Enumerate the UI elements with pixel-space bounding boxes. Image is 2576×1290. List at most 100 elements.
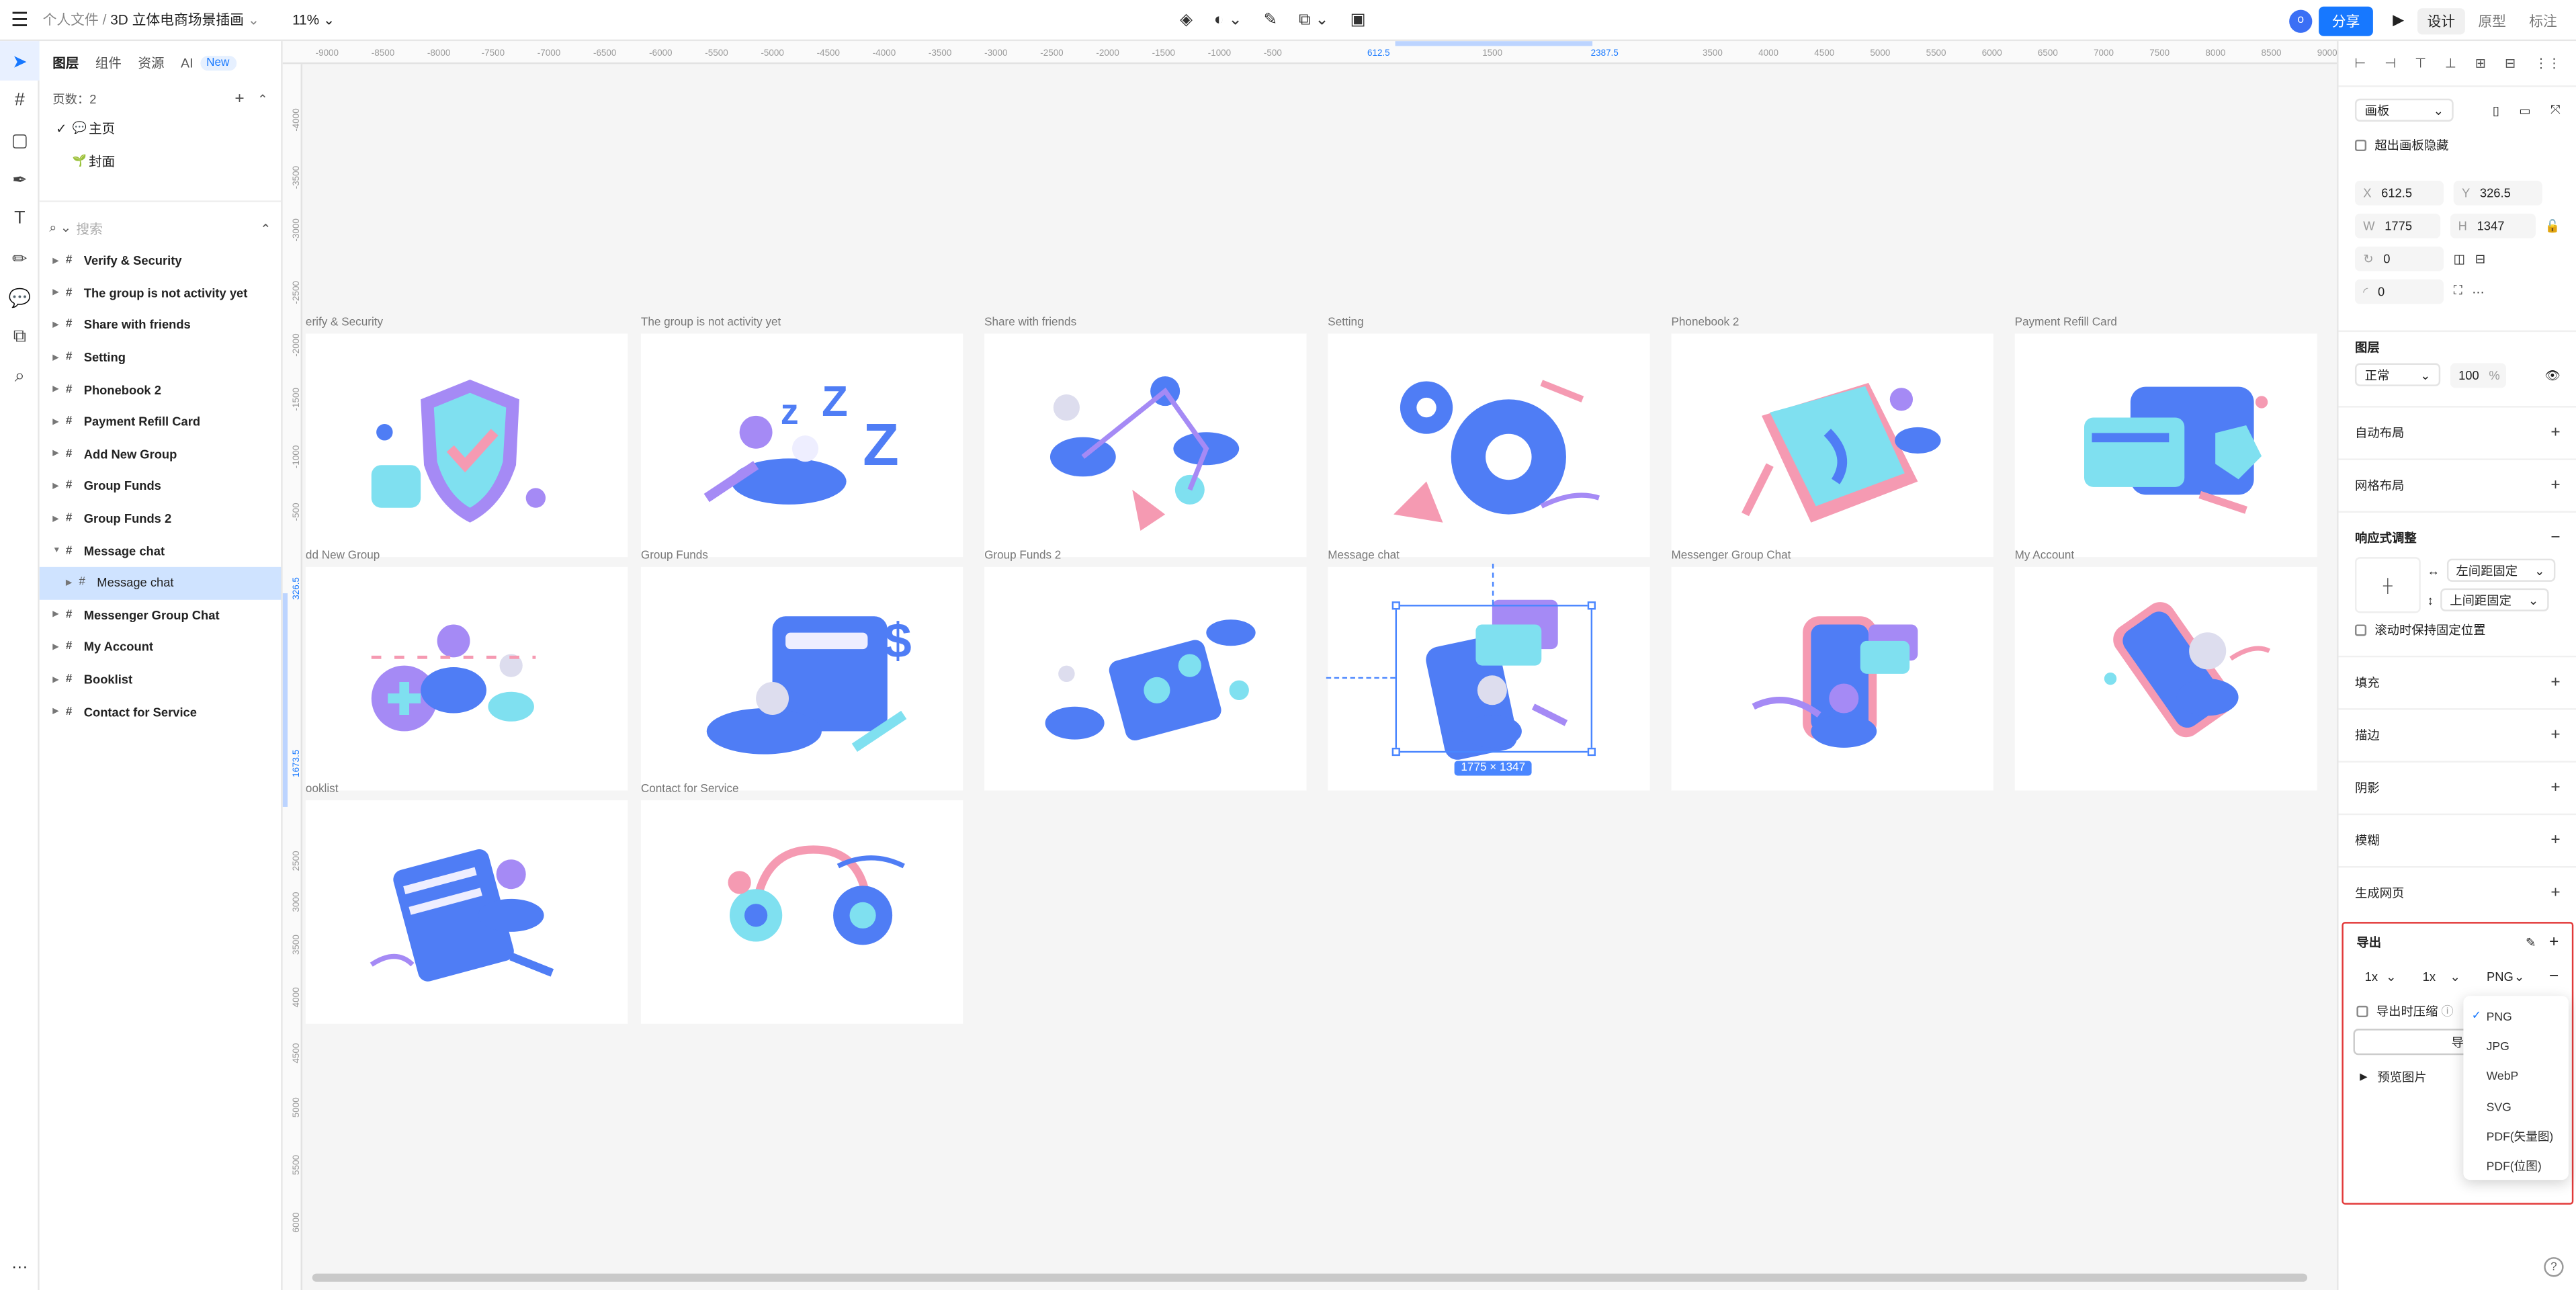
- blend-mode-select[interactable]: 正常 ⌄: [2354, 363, 2441, 386]
- breadcrumb-parent[interactable]: 个人文件: [43, 11, 99, 28]
- add-icon[interactable]: +: [2549, 933, 2559, 951]
- frame-artboard[interactable]: [305, 566, 628, 791]
- fill-section[interactable]: 填充 +: [2338, 655, 2576, 708]
- frame-artboard[interactable]: [640, 800, 963, 1024]
- frame-title[interactable]: Message chat: [1328, 550, 1400, 562]
- grid-layout-section[interactable]: 网格布局 +: [2338, 458, 2576, 511]
- caret-right-icon[interactable]: ▶: [52, 256, 66, 266]
- tab-components[interactable]: 组件: [95, 54, 122, 73]
- page-item-cover[interactable]: 🌱 封面: [40, 144, 282, 177]
- layer-item[interactable]: ▶ # The group is not activity yet: [40, 277, 282, 309]
- add-icon[interactable]: +: [2550, 884, 2560, 902]
- remove-icon[interactable]: −: [2550, 529, 2560, 548]
- corner-expand-icon[interactable]: ⛶: [2454, 283, 2462, 299]
- caret-right-icon[interactable]: ▶: [52, 353, 66, 363]
- landscape-icon[interactable]: ▭: [2519, 103, 2530, 118]
- frame-artboard[interactable]: [305, 333, 628, 558]
- format-option-pdf-bitmap[interactable]: PDF(位图): [2463, 1152, 2569, 1182]
- layer-item[interactable]: ▶ # Group Funds: [40, 470, 282, 503]
- eye-icon[interactable]: 👁: [2544, 368, 2560, 382]
- frame-title[interactable]: Messenger Group Chat: [1671, 550, 1791, 562]
- layer-item[interactable]: ▶ # My Account: [40, 632, 282, 664]
- frame-artboard[interactable]: zZZ: [640, 333, 963, 558]
- add-icon[interactable]: +: [2550, 476, 2560, 494]
- page-item-home[interactable]: ✓ 💬 主页: [40, 112, 282, 144]
- layer-item[interactable]: ▶ # Payment Refill Card: [40, 406, 282, 438]
- format-option-png[interactable]: PNG: [2463, 1001, 2569, 1031]
- stroke-section[interactable]: 描边 +: [2338, 708, 2576, 761]
- frame-title[interactable]: Payment Refill Card: [2015, 317, 2117, 329]
- layer-item[interactable]: ▶ # Phonebook 2: [40, 374, 282, 406]
- add-page-icon[interactable]: +: [234, 89, 244, 108]
- caret-right-icon[interactable]: ▶: [52, 482, 66, 492]
- frame-title[interactable]: My Account: [2015, 550, 2075, 562]
- edit-icon[interactable]: ✎: [1264, 11, 1278, 30]
- h-constraint-select[interactable]: 左间距固定 ⌄: [2446, 558, 2555, 582]
- format-option-jpg[interactable]: JPG: [2463, 1031, 2569, 1062]
- opacity-field[interactable]: 100%: [2450, 362, 2506, 388]
- align-top-icon[interactable]: ⊥: [2445, 56, 2456, 71]
- file-name[interactable]: 3D 立体电商场景插画: [110, 11, 244, 28]
- help-icon[interactable]: ?: [2544, 1257, 2564, 1277]
- layer-search[interactable]: ⌕ ⌄ 搜索 ⌃: [40, 212, 282, 245]
- horizontal-scrollbar[interactable]: [312, 1273, 2308, 1282]
- constraint-widget[interactable]: ┼: [2354, 557, 2421, 613]
- frame-artboard[interactable]: [984, 333, 1307, 558]
- caret-right-icon[interactable]: ▶: [52, 449, 66, 460]
- play-icon[interactable]: ▶: [2393, 11, 2404, 30]
- fixed-scroll-checkbox[interactable]: [2354, 624, 2367, 636]
- layer-item[interactable]: ▶ # Share with friends: [40, 309, 282, 341]
- move-tool-icon[interactable]: ➤: [0, 41, 40, 81]
- frame-artboard[interactable]: [305, 800, 628, 1024]
- distribute-icon[interactable]: ⋮⋮: [2534, 56, 2561, 71]
- share-button[interactable]: 分享: [2319, 5, 2373, 36]
- align-vcenter-icon[interactable]: ⊞: [2475, 56, 2486, 71]
- frame-mode-icon[interactable]: ▣: [1350, 11, 1366, 30]
- blur-section[interactable]: 模糊 +: [2338, 813, 2576, 866]
- tab-assets[interactable]: 资源: [138, 54, 164, 73]
- collapse-all-icon[interactable]: ⌃: [260, 221, 271, 236]
- frame-title[interactable]: Setting: [1328, 317, 1363, 329]
- tab-prototype[interactable]: 原型: [2468, 7, 2516, 34]
- shape-tool-icon[interactable]: ▢: [0, 120, 40, 160]
- hamburger-icon[interactable]: ☰: [0, 0, 40, 40]
- v-constraint-select[interactable]: 上间距固定 ⌄: [2440, 588, 2548, 611]
- frame-artboard[interactable]: [2014, 333, 2317, 558]
- y-field[interactable]: Y 326.5: [2453, 179, 2542, 205]
- caret-right-icon[interactable]: ▶: [66, 578, 79, 588]
- align-hcenter-icon[interactable]: ⊣: [2385, 56, 2396, 71]
- layer-item[interactable]: ▼ # Message chat: [40, 535, 282, 567]
- add-icon[interactable]: +: [2550, 424, 2560, 442]
- lock-ratio-icon[interactable]: 🔓: [2545, 218, 2561, 232]
- caret-right-icon[interactable]: ▶: [52, 288, 66, 298]
- frame-tool-icon[interactable]: #: [0, 81, 40, 120]
- add-icon[interactable]: +: [2550, 674, 2560, 692]
- tab-ai[interactable]: AI: [181, 56, 193, 71]
- fit-icon[interactable]: ⤧: [2550, 102, 2561, 118]
- auto-layout-section[interactable]: 自动布局 +: [2338, 406, 2576, 458]
- height-field[interactable]: H 1347: [2450, 212, 2536, 238]
- frame-artboard[interactable]: $: [640, 566, 963, 791]
- text-tool-icon[interactable]: T: [0, 199, 40, 239]
- add-icon[interactable]: +: [2550, 779, 2560, 797]
- frame-title[interactable]: Group Funds: [641, 550, 708, 562]
- frame-artboard[interactable]: [984, 566, 1307, 791]
- x-field[interactable]: X 612.5: [2354, 179, 2444, 205]
- caret-right-icon[interactable]: ▶: [52, 642, 66, 652]
- plugin-tool-icon[interactable]: ⧉: [0, 317, 40, 357]
- frame-title[interactable]: dd New Group: [306, 550, 380, 562]
- caret-right-icon[interactable]: ▶: [52, 707, 66, 717]
- format-option-svg[interactable]: SVG: [2463, 1091, 2569, 1121]
- caret-right-icon[interactable]: ▶: [52, 513, 66, 523]
- layer-item[interactable]: ▶ # Add New Group: [40, 438, 282, 470]
- theme-icon[interactable]: ◐ ⌄: [1214, 11, 1242, 30]
- frame-type-select[interactable]: 画板 ⌄: [2354, 98, 2454, 122]
- frame-artboard[interactable]: [1671, 333, 1993, 558]
- frame-title[interactable]: The group is not activity yet: [641, 317, 781, 329]
- layer-item[interactable]: ▶ # Setting: [40, 341, 282, 374]
- selection-box[interactable]: [1391, 601, 1596, 757]
- zoom-select[interactable]: 11% ⌄: [292, 11, 335, 29]
- radius-field[interactable]: ◜ 0: [2354, 278, 2444, 304]
- component-icon[interactable]: ◈: [1180, 11, 1193, 30]
- add-icon[interactable]: +: [2550, 726, 2560, 744]
